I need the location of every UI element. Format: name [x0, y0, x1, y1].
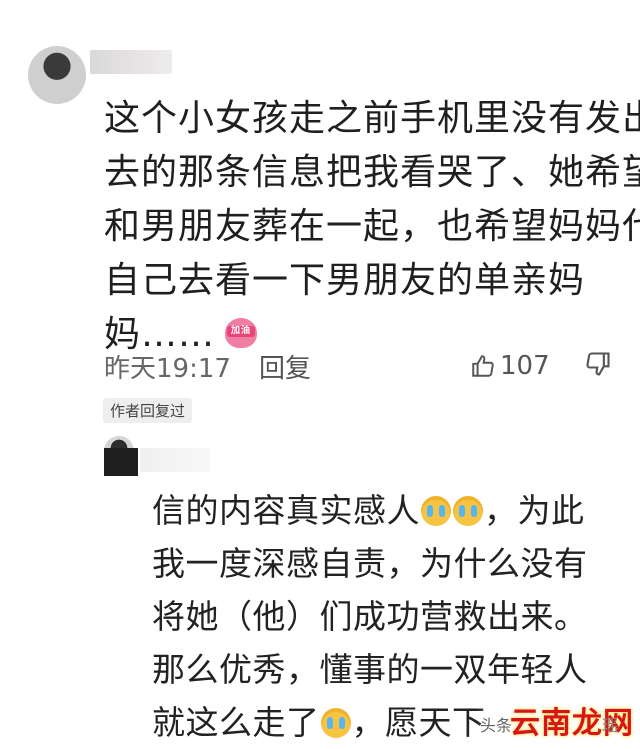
comment-text: 这个小女孩走之前手机里没有发出 去的那条信息把我看哭了、她希望 和男朋友葬在一起… [104, 92, 640, 362]
crying-face-emoji-icon [421, 496, 451, 526]
reply-line: 那么优秀，懂事的一双年轻人 [152, 650, 588, 689]
comment-line: 去的那条信息把我看哭了、她希望 [104, 152, 640, 193]
author-replied-badge: 作者回复过 [103, 398, 193, 423]
cheer-emoji-label: 加油 [227, 326, 256, 337]
commenter-username-blurred[interactable] [90, 50, 172, 74]
watermark-source-text: 头条 [480, 716, 513, 735]
reply-line: 信的内容真实感人 ，为此 [152, 491, 585, 530]
reply-line: 将她（他）们成功营救出来。 [152, 597, 588, 636]
comment-meta: 昨天19:17 回复 [104, 346, 311, 386]
crying-face-emoji-icon [320, 708, 351, 738]
dislike-button[interactable] [584, 350, 612, 382]
replier-name-redaction [104, 448, 138, 476]
comment-timestamp: 昨天19:17 [104, 353, 231, 384]
replier-name-blurred[interactable] [140, 448, 210, 472]
like-button[interactable]: 107 [470, 346, 550, 386]
comment-line: 自己去看一下男朋友的单亲妈 [104, 260, 586, 301]
comment-line: 这个小女孩走之前手机里没有发出 [104, 98, 640, 139]
commenter-avatar[interactable] [28, 46, 86, 104]
thumbs-up-icon [472, 355, 494, 377]
reply-line: 我一度深感自责，为什么没有 [152, 544, 588, 583]
watermark-suffix-text: 瑶 [602, 716, 619, 735]
like-count: 107 [500, 351, 550, 381]
crying-face-emoji-icon [453, 496, 483, 526]
comment-line: 和男朋友葬在一起，也希望妈妈代 [104, 206, 640, 247]
reply-button[interactable]: 回复 [259, 348, 311, 385]
thumbs-down-icon [586, 352, 610, 376]
